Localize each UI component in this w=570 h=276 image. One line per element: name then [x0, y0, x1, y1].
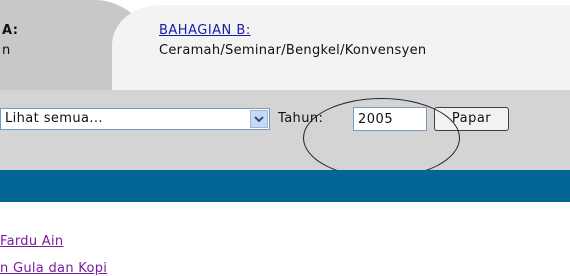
- list-item-link[interactable]: Fardu Ain: [0, 234, 63, 249]
- category-select[interactable]: Lihat semua...: [0, 108, 270, 130]
- chevron-down-icon[interactable]: [250, 110, 268, 128]
- year-input[interactable]: [353, 107, 427, 131]
- list-item-link[interactable]: n Gula dan Kopi: [0, 261, 107, 276]
- section-tabs: A: n BAHAGIAN B: Ceramah/Seminar/Bengkel…: [0, 0, 570, 90]
- filter-bar: Lihat semua... Tahun: Papar: [0, 90, 570, 170]
- result-list: Fardu Ain n Gula dan Kopi: [0, 202, 570, 276]
- category-select-value: Lihat semua...: [5, 111, 103, 126]
- table-header-bar: [0, 170, 570, 202]
- tab-b-subtitle: Ceramah/Seminar/Bengkel/Konvensyen: [159, 43, 427, 58]
- year-label: Tahun:: [278, 111, 324, 126]
- tab-a-label: A:: [2, 23, 19, 38]
- tab-b-link[interactable]: BAHAGIAN B:: [159, 23, 251, 38]
- tab-a-subtitle: n: [2, 43, 11, 58]
- papar-button[interactable]: Papar: [434, 107, 509, 131]
